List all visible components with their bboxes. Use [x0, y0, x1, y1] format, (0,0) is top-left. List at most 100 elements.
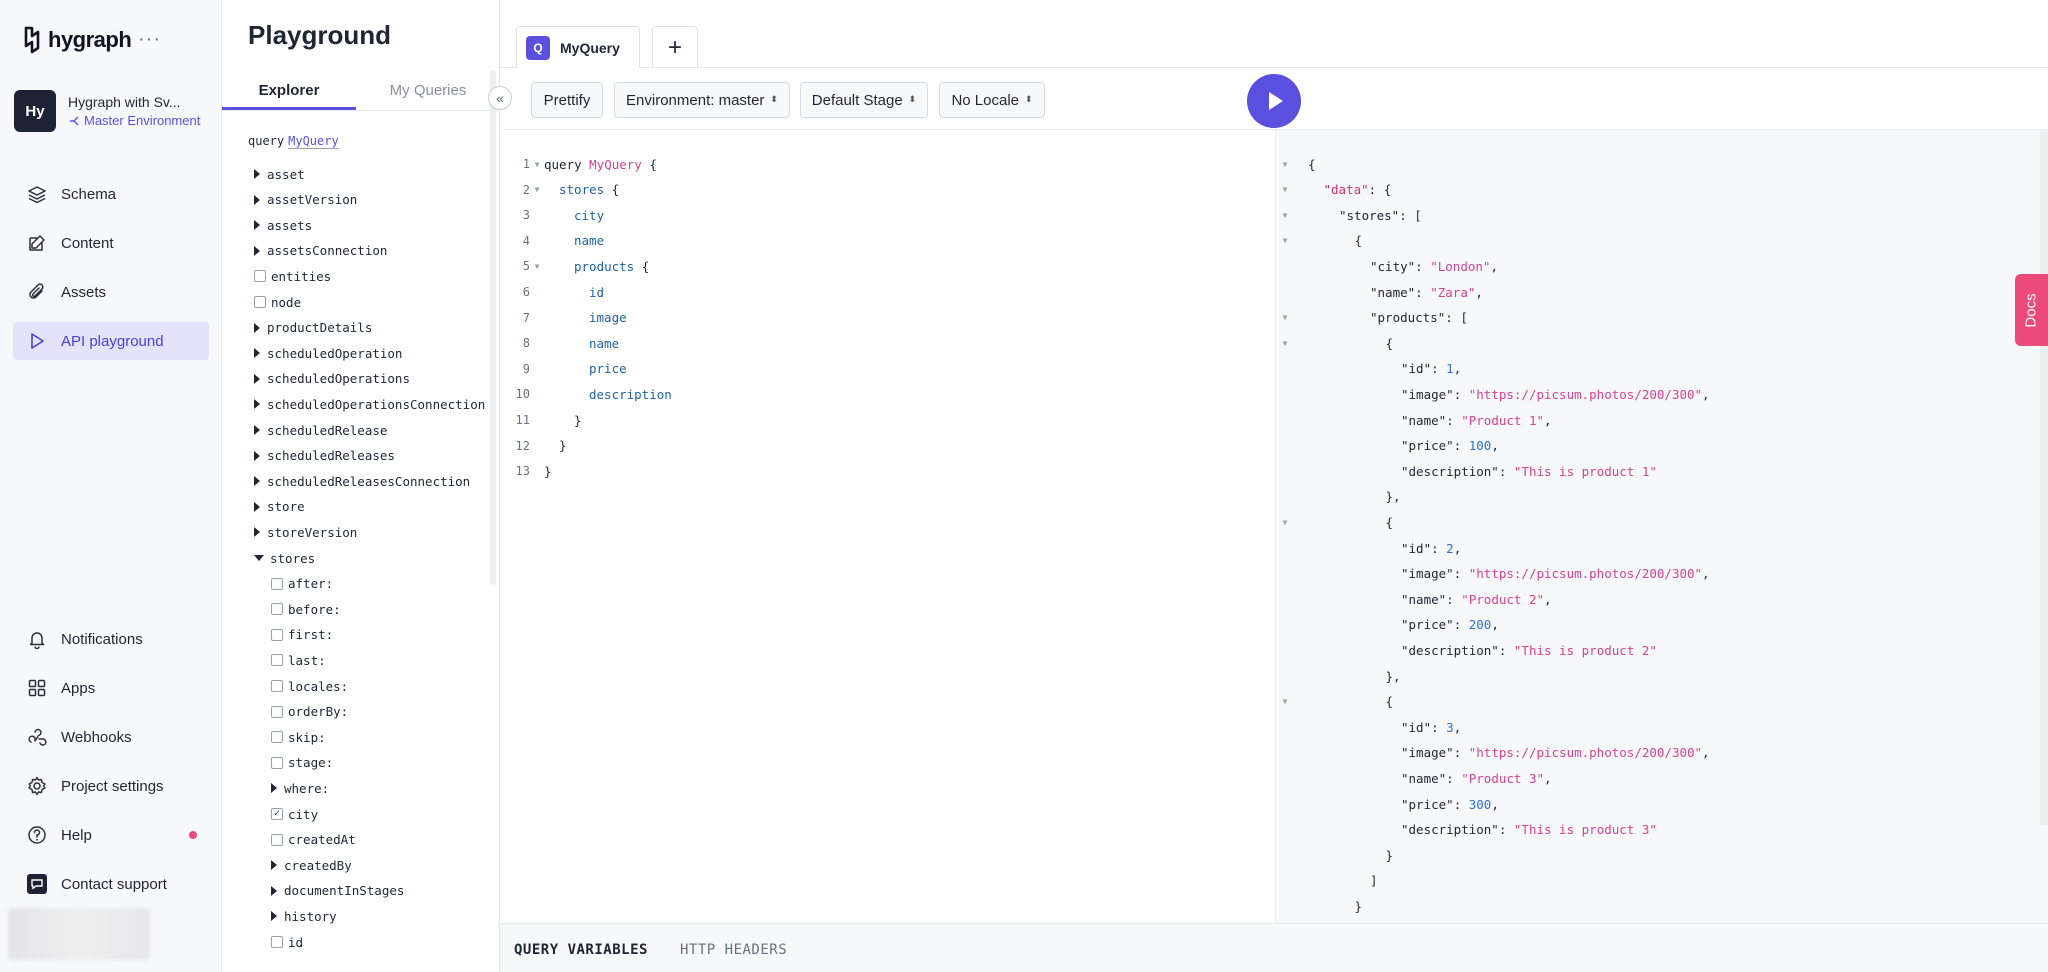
more-options-icon[interactable]: ···	[138, 28, 161, 51]
checkbox[interactable]	[271, 628, 283, 641]
result-line: "name": "Zara",	[1276, 282, 1483, 302]
json-text: "description": "This is product 2"	[1401, 642, 1657, 658]
fold-arrow-icon[interactable]: ▼	[1278, 160, 1292, 169]
sidebar-item-apps[interactable]: Apps	[13, 669, 209, 707]
checkbox[interactable]	[271, 705, 283, 718]
add-tab-button[interactable]: +	[652, 26, 698, 68]
fold-arrow-icon[interactable]: ▼	[1278, 211, 1292, 220]
tab-my-queries[interactable]: My Queries	[356, 82, 500, 110]
docs-button[interactable]: Docs	[2015, 274, 2048, 346]
explorer-field-storeversion[interactable]: storeVersion	[254, 522, 357, 542]
locale-select[interactable]: No Locale ⬍	[939, 82, 1045, 118]
explorer-field-scheduledreleasesconnection[interactable]: scheduledReleasesConnection	[254, 471, 470, 491]
project-switcher[interactable]: Hy Hygraph with Sv... Master Environment	[14, 90, 200, 132]
query-name-input[interactable]: MyQuery	[288, 134, 339, 149]
explorer-scrollbar[interactable]	[490, 70, 496, 585]
checkbox[interactable]	[271, 731, 283, 744]
checkbox[interactable]	[271, 577, 283, 590]
fold-arrow-icon[interactable]: ▼	[1278, 185, 1292, 194]
fold-arrow-icon[interactable]: ▼	[530, 160, 544, 169]
checkbox[interactable]	[271, 756, 283, 769]
checkbox[interactable]	[254, 270, 266, 283]
explorer-field-after[interactable]: after:	[271, 574, 333, 594]
result-line: "description": "This is product 3"	[1276, 820, 1657, 840]
sidebar-item-help[interactable]: Help	[13, 816, 209, 854]
result-line: ▼ "products": [	[1276, 308, 1468, 328]
fold-arrow-icon[interactable]: ▼	[1278, 339, 1292, 348]
fold-arrow-icon[interactable]: ▼	[1278, 313, 1292, 322]
checkbox[interactable]	[271, 936, 283, 948]
sidebar-item-webhooks[interactable]: Webhooks	[13, 718, 209, 756]
sidebar-item-project-settings[interactable]: Project settings	[13, 767, 209, 805]
explorer-field-last[interactable]: last:	[271, 650, 326, 670]
sidebar-item-assets[interactable]: Assets	[13, 273, 209, 311]
explorer-field-id[interactable]: id	[271, 932, 303, 952]
explorer-field-createdat[interactable]: createdAt	[271, 830, 356, 850]
collapse-explorer-button[interactable]: «	[488, 86, 512, 110]
checkbox[interactable]	[271, 603, 283, 616]
explorer-field-store[interactable]: store	[254, 497, 305, 517]
result-line: "name": "Product 3",	[1276, 768, 1552, 788]
fold-arrow-icon[interactable]: ▼	[530, 185, 544, 194]
hygraph-logo[interactable]: hygraph	[22, 26, 132, 54]
fold-arrow-icon[interactable]: ▼	[1278, 518, 1292, 527]
explorer-field-productdetails[interactable]: productDetails	[254, 318, 372, 338]
json-text: "data": {	[1323, 182, 1392, 198]
explorer-field-scheduledoperationsconnection[interactable]: scheduledOperationsConnection	[254, 394, 485, 414]
explorer-field-first[interactable]: first:	[271, 625, 333, 645]
checkbox[interactable]	[271, 680, 283, 692]
line-number: 9	[522, 361, 530, 376]
tab-http-headers[interactable]: HTTP HEADERS	[680, 942, 787, 958]
explorer-field-assetsconnection[interactable]: assetsConnection	[254, 241, 387, 261]
run-query-button[interactable]	[1247, 74, 1301, 128]
explorer-field-node[interactable]: node	[254, 292, 301, 312]
sidebar-item-notifications[interactable]: Notifications	[13, 620, 209, 658]
explorer-field-locales[interactable]: locales:	[271, 676, 348, 696]
fold-arrow-icon[interactable]: ▼	[530, 262, 544, 271]
explorer-field-asset[interactable]: asset	[254, 164, 305, 184]
explorer-field-documentinstages[interactable]: documentInStages	[271, 881, 404, 901]
environment-link[interactable]: Master Environment	[68, 113, 200, 128]
field-label: assetVersion	[267, 192, 358, 208]
stage-select[interactable]: Default Stage ⬍	[800, 82, 928, 118]
user-profile[interactable]	[8, 908, 150, 960]
fold-arrow-icon[interactable]: ▼	[1278, 697, 1292, 706]
explorer-field-skip[interactable]: skip:	[271, 727, 326, 747]
explorer-field-orderby[interactable]: orderBy:	[271, 702, 348, 722]
editor-line: 4 name	[500, 231, 604, 251]
sidebar-item-schema[interactable]: Schema	[13, 175, 209, 213]
explorer-field-before[interactable]: before:	[271, 599, 341, 619]
result-viewer[interactable]: ▼{▼ "data": {▼ "stores": [▼{"city": "Londo…	[1275, 130, 2048, 923]
explorer-field-assets[interactable]: assets	[254, 215, 312, 235]
environment-select[interactable]: Environment: master ⬍	[614, 82, 790, 118]
fold-arrow-icon[interactable]: ▼	[1278, 236, 1292, 245]
field-label: first:	[288, 627, 334, 643]
explorer-field-scheduledrelease[interactable]: scheduledRelease	[254, 420, 387, 440]
query-editor[interactable]: 1 ▼ query MyQuery {2 ▼ stores {3 city 4 name 5 ▼ p…	[500, 130, 1275, 923]
prettify-button[interactable]: Prettify	[531, 82, 603, 118]
result-scrollbar[interactable]	[2040, 130, 2048, 825]
explorer-field-scheduledoperations[interactable]: scheduledOperations	[254, 369, 410, 389]
result-line: ▼{	[1276, 154, 1316, 174]
explorer-field-history[interactable]: history	[271, 906, 337, 926]
checkbox-checked[interactable]: ✓	[271, 808, 283, 820]
tab-query-variables[interactable]: QUERY VARIABLES	[514, 942, 648, 958]
explorer-field-city[interactable]: ✓ city	[271, 804, 318, 824]
explorer-field-scheduledoperation[interactable]: scheduledOperation	[254, 343, 402, 363]
explorer-field-entities[interactable]: entities	[254, 266, 331, 286]
checkbox[interactable]	[271, 833, 283, 846]
explorer-field-stores[interactable]: stores	[254, 548, 315, 568]
sidebar-item-contact-support[interactable]: Contact support	[13, 865, 209, 903]
explorer-field-assetversion[interactable]: assetVersion	[254, 190, 357, 210]
explorer-field-scheduledreleases[interactable]: scheduledReleases	[254, 446, 395, 466]
sidebar-item-api-playground[interactable]: API playground	[13, 322, 209, 360]
checkbox[interactable]	[254, 296, 266, 308]
explorer-field-createdby[interactable]: createdBy	[271, 855, 352, 875]
checkbox[interactable]	[271, 654, 283, 667]
tab-myquery[interactable]: Q MyQuery	[516, 26, 640, 68]
tab-explorer[interactable]: Explorer	[222, 82, 356, 110]
sidebar-item-content[interactable]: Content	[13, 224, 209, 262]
explorer-field-where[interactable]: where:	[271, 778, 329, 798]
result-line: ]	[1276, 871, 1378, 891]
explorer-field-stage[interactable]: stage:	[271, 753, 333, 773]
